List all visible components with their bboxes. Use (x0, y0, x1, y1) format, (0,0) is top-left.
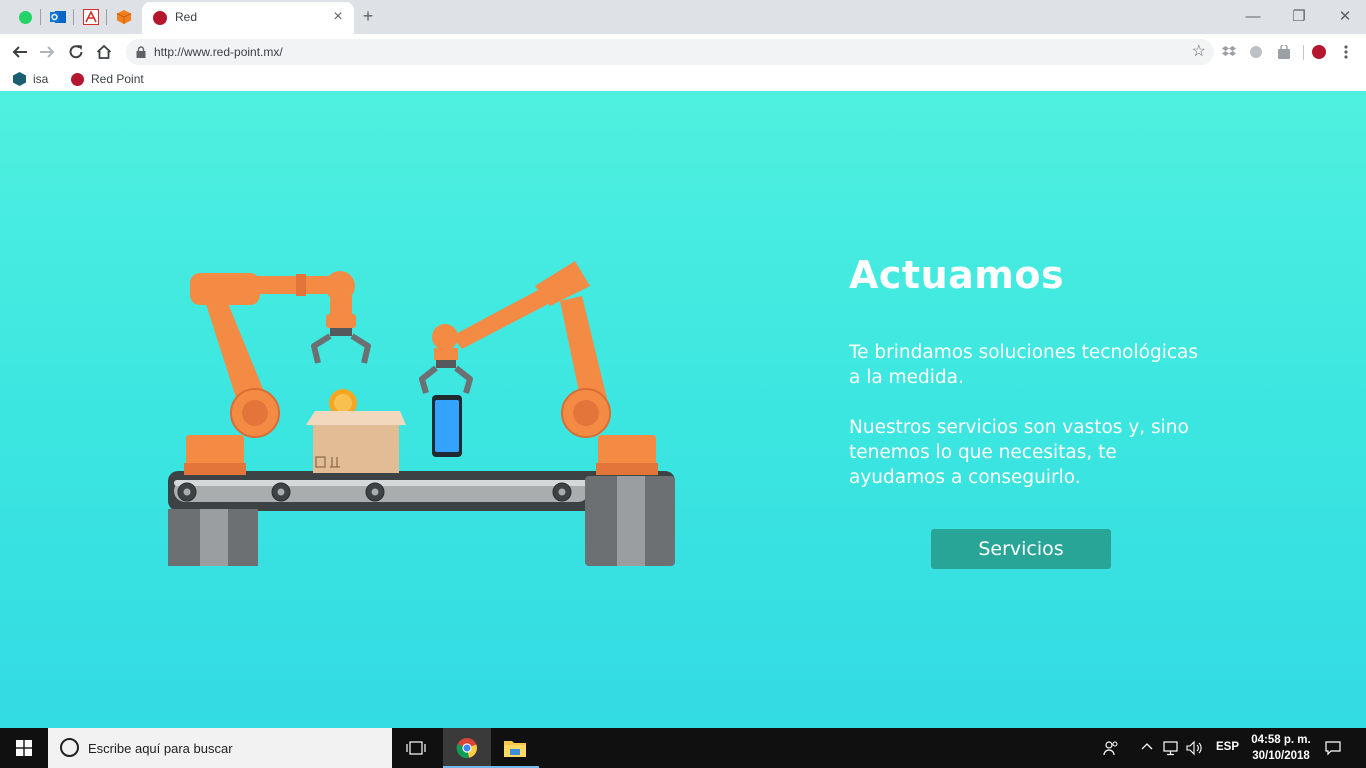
gray-circle-icon (1250, 46, 1262, 58)
clock-time: 04:58 p. m. (1251, 734, 1311, 746)
whatsapp-icon (18, 10, 32, 24)
task-view-button[interactable] (392, 728, 440, 768)
taskbar-search-box[interactable]: Escribe aquí para buscar (48, 728, 392, 768)
tab-strip: Red × + — ❐ ✕ (0, 0, 1366, 34)
volume-icon[interactable] (1186, 740, 1204, 759)
tab-divider (73, 9, 74, 25)
chrome-menu-button[interactable] (1336, 42, 1356, 62)
hero-paragraph-solutions: Te brindamos soluciones tecnológicas a l… (849, 342, 1198, 388)
hero-paragraph-services: Nuestros servicios son vastos y, sino te… (849, 417, 1189, 488)
tab-divider (106, 9, 107, 25)
redpoint-bookmark-icon (71, 72, 84, 86)
smartphone-illustration (432, 395, 462, 457)
active-tab[interactable]: Red × (142, 2, 354, 34)
task-view-icon (406, 741, 426, 755)
close-window-button[interactable]: ✕ (1322, 0, 1366, 32)
minimize-button[interactable]: — (1230, 0, 1276, 32)
extension-dropbox[interactable] (1219, 42, 1239, 62)
hero-section: Actuamos Te brindamos soluciones tecnoló… (0, 91, 1366, 728)
cortana-icon (60, 738, 79, 757)
home-icon (96, 44, 112, 59)
taskbar-chrome[interactable] (443, 728, 491, 768)
language-indicator[interactable]: ESP (1216, 741, 1239, 753)
tab-divider (40, 9, 41, 25)
browser-toolbar: http://www.red-point.mx/ ☆ (0, 34, 1366, 70)
dropbox-icon (1222, 46, 1236, 56)
toolbar-divider (1303, 45, 1304, 60)
lock-icon (136, 46, 146, 58)
arrow-left-icon (12, 46, 27, 58)
chrome-icon (456, 738, 477, 759)
reload-button[interactable] (62, 38, 90, 66)
back-button[interactable] (6, 38, 34, 66)
extension-circle[interactable] (1246, 42, 1266, 62)
taskbar-clock[interactable]: 04:58 p. m. 30/10/2018 (1246, 732, 1316, 764)
taskbar-file-explorer[interactable] (491, 728, 539, 768)
search-placeholder: Escribe aquí para buscar (88, 741, 233, 756)
windows-taskbar: Escribe aquí para buscar ESP 04:58 p. m.… (0, 728, 1366, 768)
profile-button[interactable] (1309, 42, 1329, 62)
pinned-tab-box[interactable] (108, 4, 140, 30)
kebab-menu-icon (1344, 45, 1348, 59)
folder-icon (504, 741, 526, 757)
orange-box-icon (116, 10, 132, 24)
shopping-bag-icon (1278, 45, 1290, 59)
url-text[interactable]: http://www.red-point.mx/ (154, 45, 283, 59)
new-tab-button[interactable]: + (358, 5, 378, 27)
hero-title: Actuamos (849, 253, 1065, 297)
outlook-icon (50, 11, 66, 23)
pinned-tab-whatsapp[interactable] (9, 4, 41, 30)
servicios-button[interactable]: Servicios (931, 529, 1111, 569)
bookmarks-bar: isa Red Point (0, 70, 1366, 91)
bookmark-red-point[interactable]: Red Point (71, 72, 144, 86)
bookmark-label: Red Point (91, 72, 144, 86)
redpoint-profile-icon (1312, 45, 1326, 59)
pinned-tab-adobe[interactable] (75, 4, 107, 30)
restore-button[interactable]: ❐ (1276, 0, 1322, 32)
pinned-tab-outlook[interactable] (42, 4, 74, 30)
hexagon-icon (13, 72, 26, 86)
windows-logo-icon (16, 740, 32, 756)
address-bar[interactable]: http://www.red-point.mx/ ☆ (126, 39, 1214, 65)
notifications-icon[interactable] (1325, 740, 1341, 759)
reload-icon (69, 45, 83, 59)
start-button[interactable] (0, 728, 48, 768)
home-button[interactable] (90, 38, 118, 66)
people-icon[interactable] (1103, 740, 1119, 759)
extension-bag[interactable] (1274, 42, 1294, 62)
bookmark-isa[interactable]: isa (13, 72, 48, 86)
forward-button[interactable] (33, 38, 61, 66)
redpoint-favicon-icon (153, 11, 167, 25)
arrow-right-icon (40, 46, 55, 58)
network-icon[interactable] (1163, 740, 1181, 759)
chevron-up-icon[interactable] (1140, 740, 1154, 757)
bookmark-label: isa (33, 72, 49, 86)
robotic-arms-illustration (168, 261, 675, 566)
cardboard-box-illustration (306, 389, 406, 473)
tab-title: Red (175, 10, 198, 24)
adobe-icon (83, 9, 99, 25)
bookmark-star-icon[interactable]: ☆ (1192, 42, 1206, 62)
clock-date: 30/10/2018 (1252, 750, 1310, 762)
tab-close-icon[interactable]: × (330, 8, 346, 26)
